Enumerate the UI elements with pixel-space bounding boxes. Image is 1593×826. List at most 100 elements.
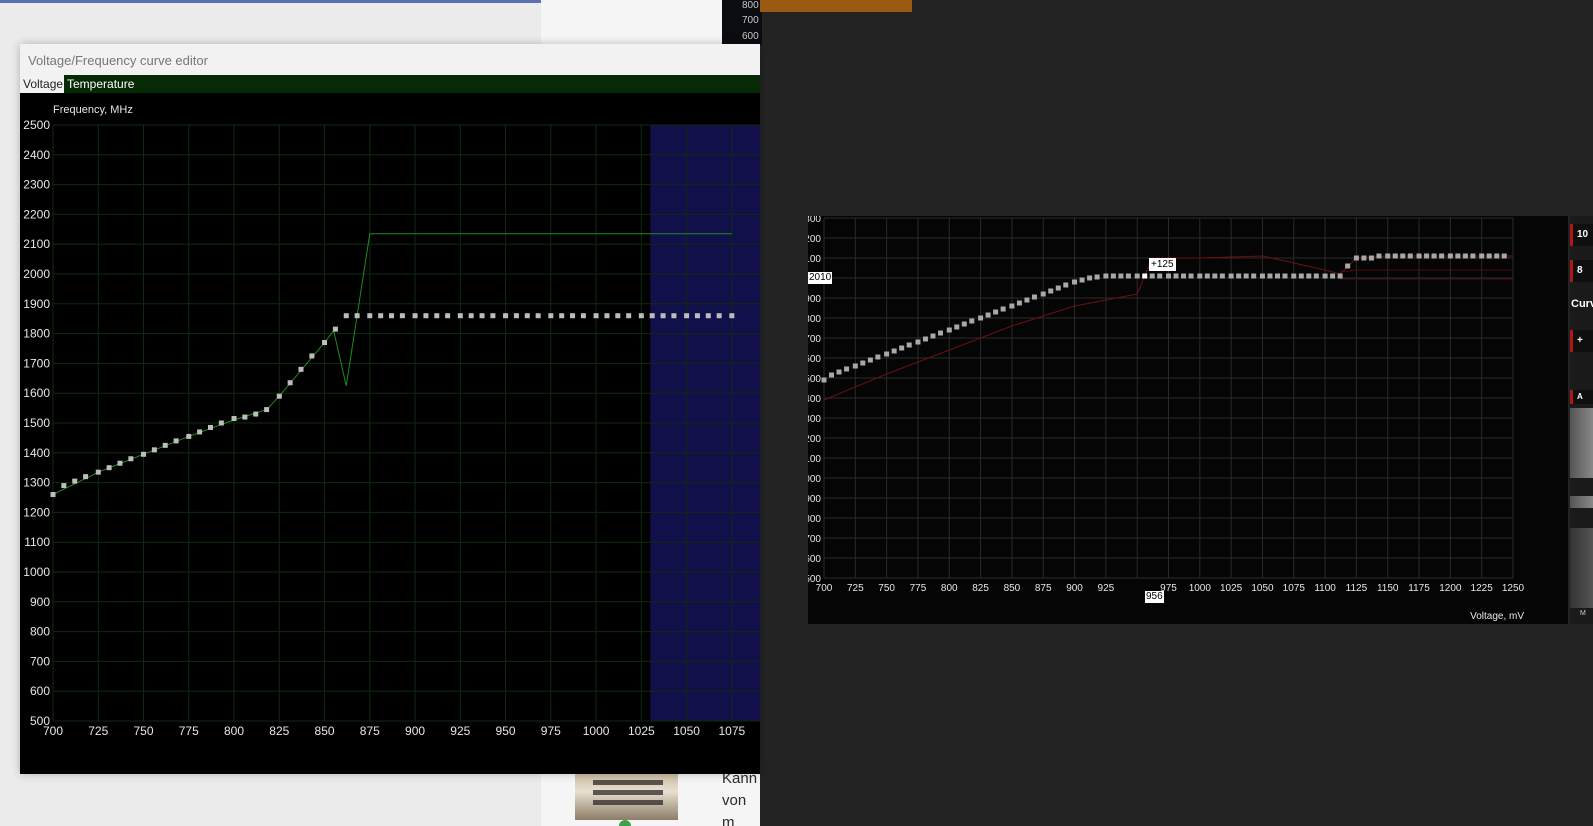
curve-point <box>1142 273 1148 279</box>
x-tick-label: 725 <box>847 583 864 594</box>
article-text-fragment: Kann von m <box>722 770 758 826</box>
curve-point <box>705 313 711 319</box>
x-tick-label: 1050 <box>673 724 700 738</box>
curve-point <box>1188 273 1194 279</box>
curve-point <box>649 313 655 319</box>
curve-point <box>638 313 644 319</box>
curve-point <box>1439 253 1445 259</box>
curve-point <box>821 377 827 383</box>
curve-point <box>660 313 666 319</box>
curve-point <box>604 313 610 319</box>
curve-point <box>1228 273 1234 279</box>
article-thumbnail-image[interactable] <box>575 772 678 820</box>
y-tick-label: 1500 <box>808 374 821 385</box>
curve-point <box>836 369 842 375</box>
x-tick-label: 800 <box>941 583 958 594</box>
y-tick-label: 2200 <box>808 234 821 245</box>
curve-point <box>1087 275 1093 281</box>
edge-button[interactable]: A <box>1570 390 1593 404</box>
curve-point <box>1306 273 1312 279</box>
curve-point <box>1462 253 1468 259</box>
curve-label: Curve <box>1571 298 1593 310</box>
curve-point <box>938 330 944 336</box>
edge-slider[interactable] <box>1570 496 1593 508</box>
curve-point <box>322 340 328 346</box>
edge-button[interactable]: 8 <box>1570 260 1593 282</box>
curve-point <box>1259 273 1265 279</box>
editor-tab-bar: Voltage Temperature <box>20 75 760 93</box>
curve-point <box>1166 273 1171 279</box>
curve-point <box>1353 255 1359 261</box>
curve-point <box>1479 253 1485 259</box>
curve-point <box>1361 255 1367 261</box>
overclock-curve-chart[interactable]: 2300 2200 2100 1900 1800 1700 1600 1500 1400 1300… <box>808 216 1568 624</box>
y-tick-label: 1900 <box>808 294 821 305</box>
curve-point <box>151 447 157 453</box>
x-axis-title: Voltage, mV <box>1470 611 1524 622</box>
edge-footer-label: M <box>1580 610 1586 617</box>
curve-point <box>1236 273 1242 279</box>
vf-curve-plot-area[interactable]: 2500 2400 2300 2200 2100 2000 1900 1800 1700 1600… <box>20 93 760 774</box>
selected-voltage-label: 956 <box>1145 591 1164 603</box>
curve-point <box>1486 253 1492 259</box>
curve-point <box>468 313 474 319</box>
curve-point <box>946 327 952 333</box>
curve-point <box>1385 253 1391 259</box>
edge-button[interactable]: + <box>1570 330 1593 352</box>
x-tick-label: 1075 <box>718 724 745 738</box>
x-tick-label: 800 <box>224 724 244 738</box>
overclock-curve-panel: 2300 2200 2100 1900 1800 1700 1600 1500 1400 1300… <box>808 216 1568 624</box>
vf-curve-chart[interactable]: 2500 2400 2300 2200 2100 2000 1900 1800 1700 1600… <box>20 93 760 774</box>
curve-point <box>867 357 873 363</box>
curve-point <box>503 313 509 319</box>
tab-voltage[interactable]: Voltage <box>20 75 64 93</box>
x-tick-label: 825 <box>972 583 989 594</box>
curve-point <box>1204 273 1210 279</box>
x-tick-label: 1025 <box>1220 583 1243 594</box>
x-tick-label: 775 <box>910 583 927 594</box>
curve-point <box>1103 273 1109 279</box>
curve-point <box>378 313 384 319</box>
x-tick-label: 950 <box>496 724 516 738</box>
curve-point <box>915 339 921 345</box>
curve-point <box>389 313 395 319</box>
y-tick-label: 1400 <box>23 446 50 460</box>
curve-point <box>978 315 984 321</box>
curve-point <box>298 366 304 372</box>
curve-point <box>207 424 213 430</box>
curve-point <box>513 313 519 319</box>
y-tick-label: 1800 <box>23 327 50 341</box>
curve-point <box>615 313 621 319</box>
y-tick-label: 2000 <box>23 267 50 281</box>
x-tick-label: 1175 <box>1408 583 1430 594</box>
y-tick-label: 1400 <box>808 394 821 405</box>
edge-button[interactable]: 10 <box>1570 224 1593 246</box>
green-status-dot <box>619 820 631 826</box>
curve-point <box>884 351 890 357</box>
curve-point <box>253 411 259 417</box>
y-tick-label: 1700 <box>808 334 821 345</box>
curve-point <box>559 313 565 319</box>
curve-point <box>1040 291 1046 297</box>
background-chart-scrap: 800 700 600 <box>722 0 762 45</box>
tab-temperature[interactable]: Temperature <box>64 75 137 93</box>
x-tick-label: 975 <box>541 724 561 738</box>
curve-point <box>1501 253 1507 259</box>
curve-point <box>128 456 134 462</box>
offset-badge: +125 <box>1149 258 1176 271</box>
curve-point <box>445 313 451 319</box>
window-title: Voltage/Frequency curve editor <box>28 53 208 68</box>
y-tick-label: 700 <box>808 534 821 545</box>
curve-point <box>1282 273 1288 279</box>
curve-point <box>580 313 586 319</box>
curve-point <box>434 313 440 319</box>
curve-point <box>50 492 56 498</box>
x-tick-label: 700 <box>816 583 833 594</box>
curve-point <box>1197 273 1203 279</box>
x-tick-label: 725 <box>88 724 108 738</box>
curve-point <box>1345 263 1351 269</box>
curve-point <box>1376 253 1382 259</box>
curve-point <box>891 348 897 354</box>
x-tick-label: 1025 <box>628 724 655 738</box>
x-tick-label: 1225 <box>1471 583 1494 594</box>
